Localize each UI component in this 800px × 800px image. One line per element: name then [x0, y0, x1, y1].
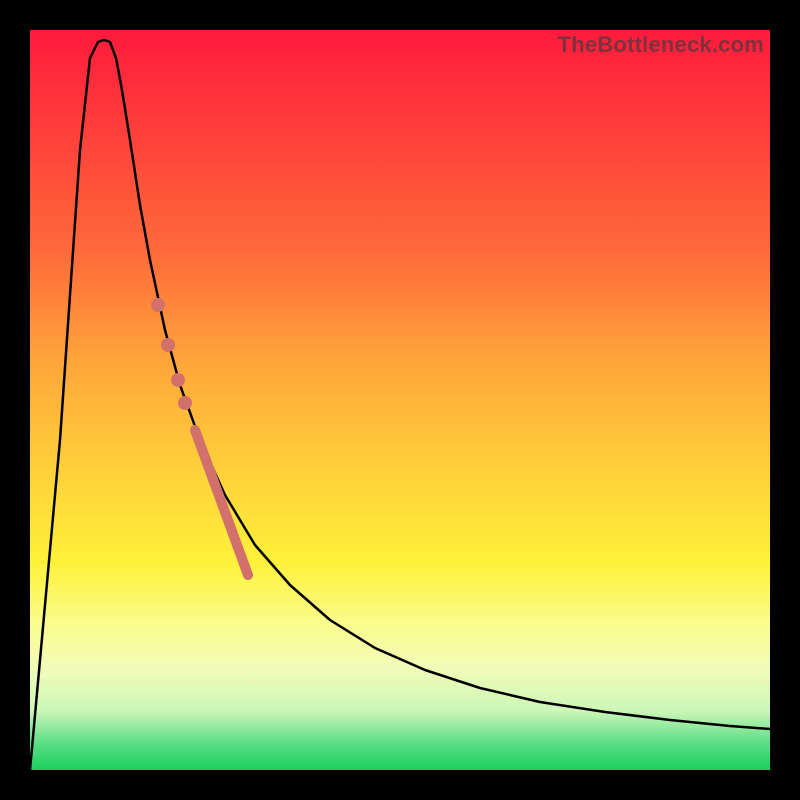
marker-dot	[171, 373, 185, 387]
curve-line	[30, 40, 770, 770]
marker-capsule	[195, 430, 248, 575]
marker-dot	[161, 338, 175, 352]
chart-container: TheBottleneck.com	[0, 0, 800, 800]
marker-dot	[151, 298, 165, 312]
chart-svg	[30, 30, 770, 770]
plot-area: TheBottleneck.com	[30, 30, 770, 770]
marker-dot	[178, 396, 192, 410]
